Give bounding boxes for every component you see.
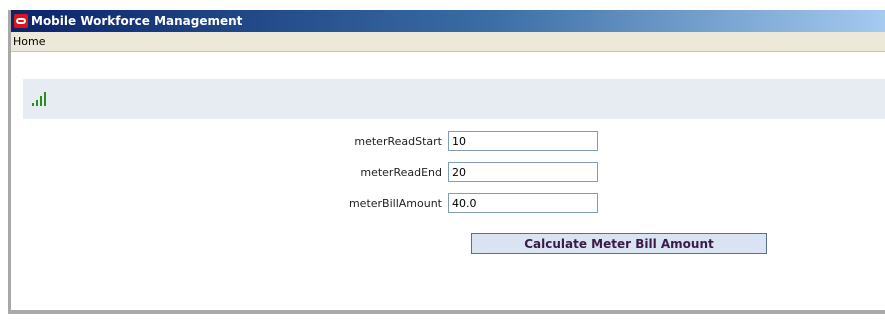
menu-item-home[interactable]: Home: [13, 35, 45, 48]
window-titlebar[interactable]: Mobile Workforce Management: [11, 10, 885, 32]
meter-read-end-input[interactable]: [448, 162, 598, 182]
oracle-logo-icon: [14, 14, 28, 28]
screen-top-margin: [0, 0, 885, 10]
header-band: [23, 79, 885, 119]
window-title: Mobile Workforce Management: [31, 14, 243, 28]
main-content: meterReadStart meterReadEnd meterBillAmo…: [11, 52, 885, 310]
app-window: Mobile Workforce Management Home meterRe…: [8, 10, 885, 314]
meter-read-start-label: meterReadStart: [354, 135, 442, 148]
form-row-meter-read-start: meterReadStart: [11, 131, 885, 153]
signal-strength-icon: [32, 92, 46, 106]
menu-bar: Home: [11, 32, 885, 52]
form-row-meter-bill-amount: meterBillAmount: [11, 193, 885, 215]
meter-read-end-label: meterReadEnd: [360, 166, 442, 179]
form-row-meter-read-end: meterReadEnd: [11, 162, 885, 184]
meter-bill-amount-input[interactable]: [448, 193, 598, 213]
meter-read-start-input[interactable]: [448, 131, 598, 151]
calculate-meter-bill-button[interactable]: Calculate Meter Bill Amount: [471, 233, 767, 254]
meter-bill-amount-label: meterBillAmount: [348, 197, 442, 210]
